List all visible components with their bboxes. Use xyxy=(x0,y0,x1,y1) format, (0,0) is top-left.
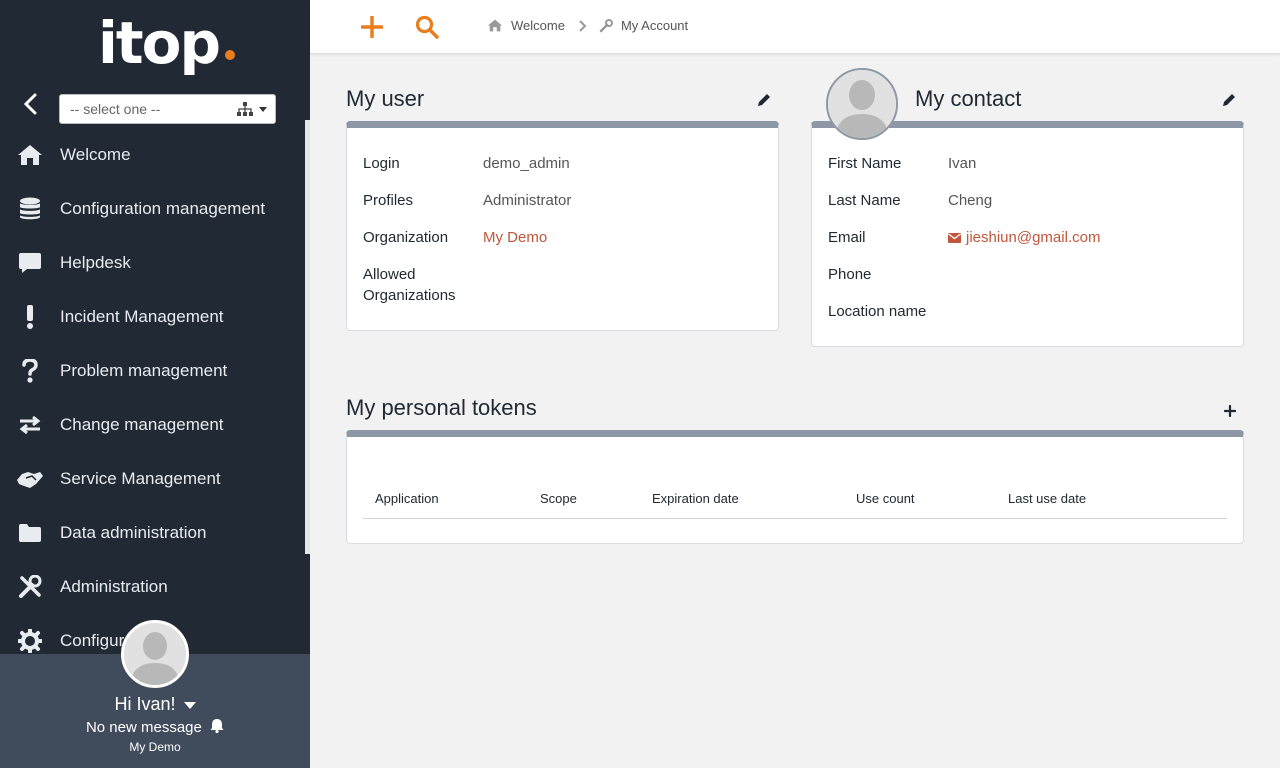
logo-text: itop xyxy=(98,9,221,77)
search-icon xyxy=(415,15,439,39)
user-avatar[interactable] xyxy=(121,620,189,688)
plus-icon xyxy=(361,16,383,38)
add-token-button[interactable] xyxy=(1222,403,1238,419)
menu-item-label: Configur xyxy=(60,631,125,650)
chevron-down-icon xyxy=(259,107,267,112)
pencil-icon xyxy=(1223,94,1235,106)
menu-item-label: Service Management xyxy=(60,469,221,488)
table-header-divider xyxy=(363,518,1227,519)
user-organization: My Demo xyxy=(129,740,181,754)
menu-item-incident-management[interactable]: Incident Management xyxy=(0,290,305,344)
menu-item-data-administration[interactable]: Data administration xyxy=(0,506,305,560)
field-label-login: Login xyxy=(363,155,400,172)
home-icon xyxy=(16,141,44,169)
edit-contact-button[interactable] xyxy=(1221,92,1237,108)
menu-item-problem-management[interactable]: Problem management xyxy=(0,344,305,398)
breadcrumb-label: Welcome xyxy=(511,18,565,33)
email-value: jieshiun@gmail.com xyxy=(966,229,1101,246)
field-label-profiles: Profiles xyxy=(363,192,414,209)
chevron-left-icon xyxy=(23,93,37,115)
my-user-title: My user xyxy=(346,86,425,111)
menu-item-label: Administration xyxy=(60,577,168,596)
folder-icon xyxy=(16,519,44,547)
organization-select-placeholder: -- select one -- xyxy=(70,101,161,117)
envelope-icon xyxy=(948,233,961,243)
itop-logo[interactable]: itop xyxy=(98,8,238,78)
gear-icon xyxy=(16,627,44,655)
menu-item-label: Incident Management xyxy=(60,307,224,326)
field-label-allowed-organizations-1: Allowed xyxy=(363,266,416,283)
notifications-text: No new message xyxy=(85,719,202,736)
sidebar-scrollbar[interactable] xyxy=(305,120,310,554)
wrench-icon xyxy=(599,18,613,32)
field-label-location-name: Location name xyxy=(828,303,927,320)
menu-item-configuration-management[interactable]: Configuration management xyxy=(0,182,305,236)
comment-icon xyxy=(16,249,44,277)
column-header-application[interactable]: Application xyxy=(375,491,439,506)
global-search-button[interactable] xyxy=(412,12,442,42)
collapse-sidebar-button[interactable] xyxy=(18,92,42,116)
menu-item-helpdesk[interactable]: Helpdesk xyxy=(0,236,305,290)
tokens-card xyxy=(346,430,1244,544)
sitemap-icon xyxy=(237,102,253,116)
field-value-last-name: Cheng xyxy=(948,192,993,209)
edit-user-button[interactable] xyxy=(756,92,772,108)
breadcrumb-label: My Account xyxy=(620,18,689,33)
logo-dot xyxy=(225,50,235,60)
breadcrumb-item-my-account[interactable]: My Account xyxy=(599,18,688,33)
menu-item-welcome[interactable]: Welcome xyxy=(0,128,305,182)
exchange-icon xyxy=(16,411,44,439)
column-header-expiration-date[interactable]: Expiration date xyxy=(652,491,739,506)
menu-item-administration[interactable]: Administration xyxy=(0,560,305,614)
organization-select[interactable]: -- select one -- xyxy=(59,94,276,124)
top-bar: Welcome My Account xyxy=(310,0,1280,54)
tools-icon xyxy=(16,573,44,601)
field-label-last-name: Last Name xyxy=(828,192,901,209)
menu-item-label: Change management xyxy=(60,415,224,434)
field-value-profiles: Administrator xyxy=(483,192,572,209)
breadcrumb-item-welcome[interactable]: Welcome xyxy=(487,18,565,33)
plus-icon xyxy=(1224,405,1236,417)
menu-item-label: Configuration management xyxy=(60,199,266,218)
field-label-organization: Organization xyxy=(363,229,449,246)
question-icon xyxy=(16,357,44,385)
contact-avatar xyxy=(826,68,898,140)
column-header-use-count[interactable]: Use count xyxy=(856,491,915,506)
user-menu-toggle[interactable]: Hi Ivan! xyxy=(0,694,310,715)
caret-down-icon xyxy=(183,701,196,709)
field-label-email: Email xyxy=(828,229,866,246)
chevron-right-icon xyxy=(579,19,587,32)
new-object-button[interactable] xyxy=(357,12,387,42)
handshake-icon xyxy=(16,465,44,493)
field-value-login: demo_admin xyxy=(483,155,570,172)
field-label-phone: Phone xyxy=(828,266,872,283)
notifications-status[interactable]: No new message xyxy=(0,718,310,736)
tokens-title: My personal tokens xyxy=(346,395,537,420)
field-label-allowed-organizations-2: Organizations xyxy=(363,287,456,304)
field-label-first-name: First Name xyxy=(828,155,902,172)
exclamation-icon xyxy=(16,303,44,331)
sidebar: itop -- select one -- Welcome Configurat… xyxy=(0,0,310,768)
menu-item-change-management[interactable]: Change management xyxy=(0,398,305,452)
organization-link[interactable]: My Demo xyxy=(483,229,547,246)
field-value-first-name: Ivan xyxy=(948,155,977,172)
breadcrumb: Welcome My Account xyxy=(487,18,688,33)
home-icon xyxy=(487,19,503,32)
pencil-icon xyxy=(758,94,770,106)
menu-item-service-management[interactable]: Service Management xyxy=(0,452,305,506)
user-greeting: Hi Ivan! xyxy=(114,694,176,714)
my-contact-title: My contact xyxy=(915,86,1022,111)
email-link[interactable]: jieshiun@gmail.com xyxy=(948,229,1100,246)
bell-icon xyxy=(210,719,224,734)
menu-item-label: Data administration xyxy=(60,523,207,542)
menu-item-label: Welcome xyxy=(60,145,131,164)
main-menu: Welcome Configuration management Helpdes… xyxy=(0,128,305,668)
column-header-scope[interactable]: Scope xyxy=(540,491,577,506)
menu-item-label: Helpdesk xyxy=(60,253,131,272)
column-header-last-use-date[interactable]: Last use date xyxy=(1008,491,1086,506)
menu-item-label: Problem management xyxy=(60,361,228,380)
database-icon xyxy=(16,195,44,223)
